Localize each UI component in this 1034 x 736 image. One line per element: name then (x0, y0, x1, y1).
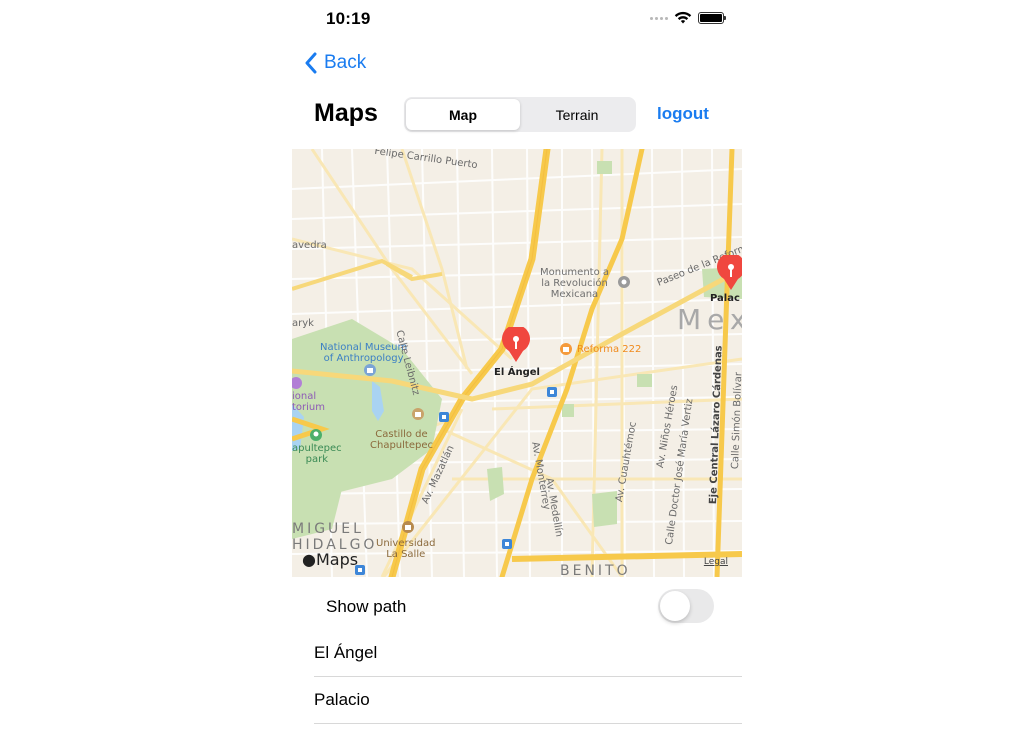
page-title: Maps (314, 99, 378, 127)
map-label-benito: BENITO (560, 563, 631, 577)
metro-station-icon (547, 387, 557, 397)
school-icon (402, 521, 414, 533)
map-label-museum: National Museum of Anthropology (320, 342, 408, 364)
apple-maps-watermark: ●Maps (302, 550, 359, 569)
show-path-label: Show path (326, 597, 407, 616)
show-path-toggle[interactable] (658, 589, 714, 623)
wifi-icon (674, 11, 692, 24)
metro-station-icon (502, 539, 512, 549)
map-type-segmented-control[interactable]: Map Terrain (404, 97, 636, 132)
theater-icon (292, 377, 302, 389)
legal-link[interactable]: Legal (704, 557, 728, 567)
chevron-left-icon (305, 52, 317, 74)
map-pin-el-angel[interactable] (501, 327, 531, 363)
metro-station-icon (439, 412, 449, 422)
building-icon (560, 343, 572, 355)
map-view[interactable]: Felipe Carrillo Puerto avedra aryk Paseo… (292, 149, 742, 577)
cellular-signal-icon (650, 16, 668, 20)
map-label-castillo: Castillo de Chapultepec (370, 429, 433, 451)
status-time: 10:19 (326, 9, 371, 28)
pin-label-palacio: Palac (710, 293, 740, 304)
map-label-monumento: Monumento a la Revolución Mexicana (540, 267, 609, 300)
map-label-miguel-hidalgo: MIGUEL HIDALGO (292, 521, 378, 553)
map-label-reforma-222: Reforma 222 (577, 344, 642, 355)
show-path-row: Show path (314, 586, 742, 630)
list-item-label: Palacio (314, 690, 370, 709)
map-label-universidad: Universidad La Salle (376, 538, 436, 560)
map-label-avedra: avedra (292, 240, 327, 251)
map-label-auditorio: ional torium (292, 391, 326, 413)
list-item[interactable]: Palacio (314, 677, 742, 724)
list-item[interactable]: El Ángel (314, 630, 742, 677)
park-icon (310, 429, 322, 441)
battery-icon (698, 12, 726, 24)
castle-icon (412, 408, 424, 420)
segment-map[interactable]: Map (406, 99, 520, 130)
list-item-label: El Ángel (314, 643, 378, 662)
back-button[interactable]: Back (304, 52, 366, 74)
apple-logo-icon: ● (302, 550, 316, 569)
landmark-icon (618, 276, 630, 288)
map-label-chapultepec-park: apultepec park (292, 443, 342, 465)
map-label-aryk: aryk (292, 318, 314, 329)
logout-button[interactable]: logout (657, 104, 709, 124)
map-label-mexico: Mex (677, 303, 742, 336)
pin-label-el-angel: El Ángel (494, 367, 540, 378)
segment-terrain[interactable]: Terrain (520, 99, 634, 130)
status-icons (650, 11, 726, 25)
toggle-knob (660, 591, 690, 621)
phone-screen: 10:19 Back Maps Map Terrain logout Felip… (292, 0, 742, 736)
museum-icon (364, 364, 376, 376)
map-pin-palacio[interactable] (716, 255, 742, 291)
back-label: Back (324, 52, 367, 73)
